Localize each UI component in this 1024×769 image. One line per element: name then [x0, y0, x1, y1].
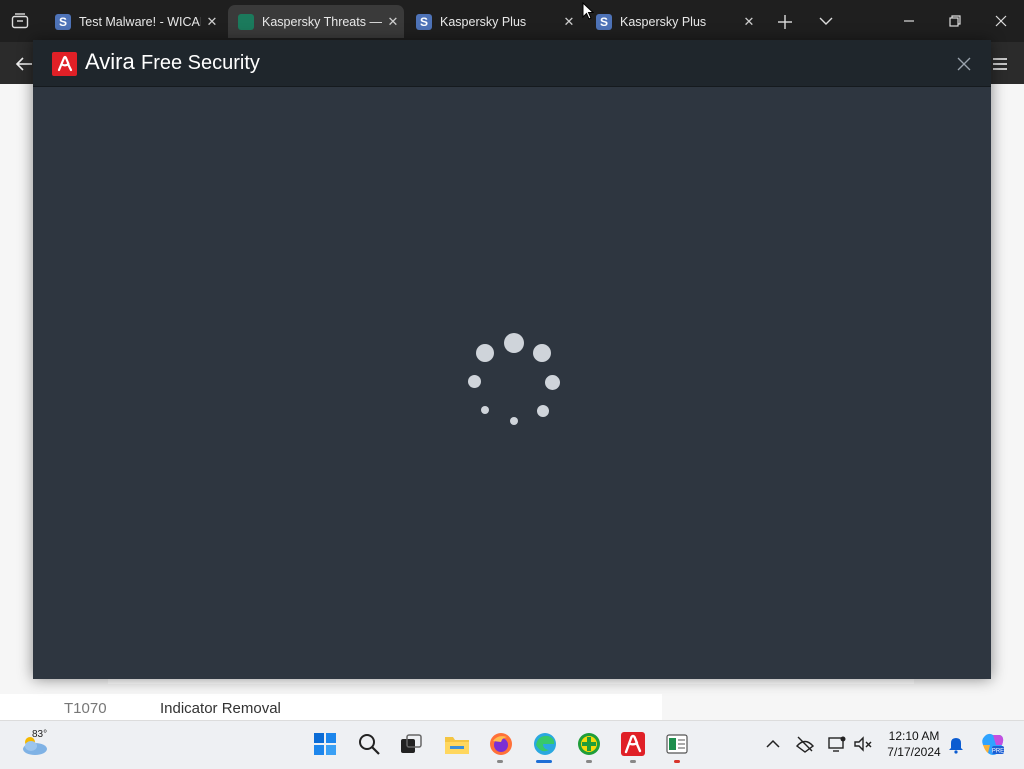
task-view-icon[interactable]: [398, 731, 424, 757]
dialog-brand: Avira: [85, 49, 135, 74]
clock-date[interactable]: 7/17/2024: [878, 745, 950, 759]
tab-kaspersky-plus-1[interactable]: S Kaspersky Plus ✕: [406, 5, 580, 38]
restore-icon[interactable]: [944, 10, 966, 32]
hamburger-menu-icon[interactable]: [990, 54, 1010, 74]
copilot-icon[interactable]: PRE: [980, 731, 1006, 757]
spinner-dot: [476, 344, 494, 362]
chevron-down-icon[interactable]: [816, 11, 836, 31]
avira-icon[interactable]: [620, 731, 646, 757]
mouse-cursor-icon: [582, 2, 595, 20]
display-icon[interactable]: [827, 734, 847, 754]
chevron-up-icon[interactable]: [763, 734, 783, 754]
s-favicon-icon: S: [416, 13, 432, 30]
svg-text:PRE: PRE: [992, 749, 1004, 755]
active-indicator: [536, 760, 552, 763]
browser-tab-strip: S Test Malware! - WICAR ✕ Kaspersky Thre…: [0, 0, 1024, 42]
new-tab-plus-icon[interactable]: [774, 11, 796, 33]
tab-title: Test Malware! - WICAR: [79, 14, 201, 29]
tab-title: Kaspersky Plus: [620, 14, 707, 29]
minimize-icon[interactable]: [898, 10, 920, 32]
tab-kaspersky-threats[interactable]: Kaspersky Threats — T ✕: [228, 5, 404, 38]
edge-icon[interactable]: [532, 731, 558, 757]
s-favicon-icon: S: [596, 13, 612, 30]
network-disconnected-icon[interactable]: [795, 734, 815, 754]
tab-close-icon[interactable]: ✕: [558, 14, 580, 30]
s-favicon-icon: S: [55, 13, 71, 30]
weather-temperature: 83°: [32, 729, 48, 740]
tab-actions-icon[interactable]: [6, 7, 34, 35]
spinner-dot: [504, 333, 524, 353]
notification-bell-icon[interactable]: [946, 734, 966, 754]
spinner-dot: [468, 375, 481, 388]
clock-time[interactable]: 12:10 AM: [878, 729, 950, 743]
tab-title: Kaspersky Plus: [440, 14, 527, 29]
tab-close-icon[interactable]: ✕: [382, 14, 404, 30]
volume-muted-icon[interactable]: [853, 734, 873, 754]
technique-name[interactable]: Indicator Removal: [160, 700, 281, 717]
kaspersky-favicon-icon: [238, 13, 254, 30]
dialog-header: Avira Free Security: [33, 40, 991, 87]
technique-id[interactable]: T1070: [64, 700, 107, 717]
loading-spinner: [466, 333, 562, 429]
avira-logo-icon: [52, 52, 77, 76]
tab-kaspersky-plus-2[interactable]: S Kaspersky Plus ✕: [586, 5, 760, 38]
spinner-dot: [545, 375, 560, 390]
file-explorer-icon[interactable]: [444, 731, 470, 757]
start-icon[interactable]: [312, 731, 338, 757]
close-icon[interactable]: [955, 55, 973, 73]
running-indicator: [586, 760, 592, 763]
spinner-dot: [481, 406, 489, 414]
search-icon[interactable]: [356, 731, 382, 757]
spinner-dot: [533, 344, 551, 362]
tab-close-icon[interactable]: ✕: [201, 14, 223, 30]
running-indicator: [497, 760, 503, 763]
tab-close-icon[interactable]: ✕: [738, 14, 760, 30]
spinner-dot: [537, 405, 549, 417]
quickheal-icon[interactable]: [576, 731, 602, 757]
dialog-product-name: Free Security: [141, 52, 260, 74]
running-indicator: [630, 760, 636, 763]
close-window-icon[interactable]: [990, 10, 1012, 32]
notepad-icon[interactable]: [664, 731, 690, 757]
attention-indicator: [674, 760, 680, 763]
spinner-dot: [510, 417, 518, 425]
firefox-icon[interactable]: [488, 731, 514, 757]
tab-test-malware[interactable]: S Test Malware! - WICAR ✕: [45, 5, 223, 38]
tab-title: Kaspersky Threats — T: [262, 14, 382, 29]
